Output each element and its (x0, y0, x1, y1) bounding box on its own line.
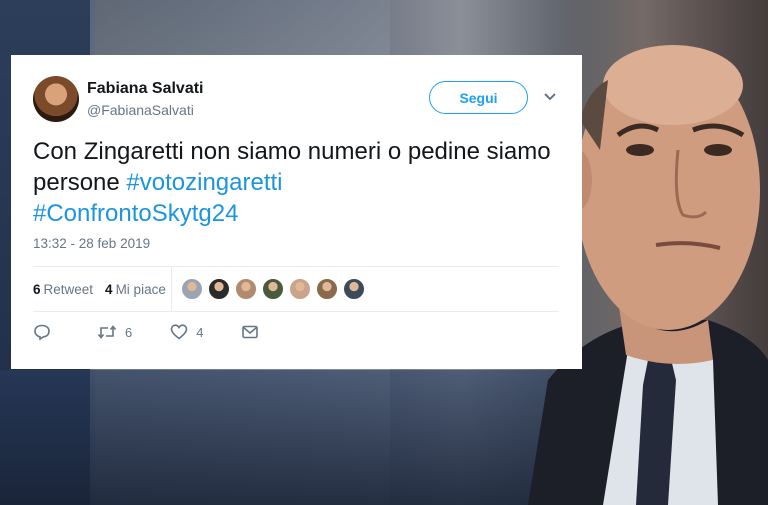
reply-action[interactable] (33, 323, 59, 341)
stats-separator (171, 267, 172, 311)
divider (33, 266, 559, 267)
liker-avatar[interactable] (235, 278, 257, 300)
retweet-action[interactable]: 6 (97, 323, 132, 341)
tweet-actions: 6 4 (33, 323, 305, 341)
heart-icon (170, 324, 188, 340)
like-stat[interactable]: 4 Mi piace (105, 282, 166, 297)
divider (33, 311, 559, 312)
like-action-count: 4 (196, 324, 204, 340)
retweet-stat[interactable]: 6 Retweet (33, 282, 93, 297)
retweet-action-count: 6 (125, 324, 133, 340)
liker-avatar[interactable] (343, 278, 365, 300)
follow-button[interactable]: Segui (429, 81, 528, 114)
tweet-card: Fabiana Salvati @FabianaSalvati Segui Co… (11, 55, 582, 369)
hashtag-link[interactable]: #votozingaretti (126, 169, 282, 196)
liker-avatar[interactable] (262, 278, 284, 300)
liker-avatar[interactable] (181, 278, 203, 300)
liker-avatar[interactable] (289, 278, 311, 300)
chevron-down-icon[interactable] (542, 89, 558, 105)
liker-avatar[interactable] (316, 278, 338, 300)
message-action[interactable] (241, 323, 267, 341)
liker-avatar[interactable] (208, 278, 230, 300)
author-avatar[interactable] (33, 76, 79, 122)
tweet-timestamp[interactable]: 13:32 - 28 feb 2019 (33, 236, 150, 251)
hashtag-link[interactable]: #ConfrontoSkytg24 (33, 200, 238, 227)
retweet-icon (97, 325, 117, 339)
tweet-stats: 6 Retweet 4 Mi piace (33, 269, 178, 309)
tweet-text-plain: Con Zingaretti non siamo numeri o pedine… (33, 138, 551, 196)
reply-icon (34, 324, 50, 341)
tweet-text: Con Zingaretti non siamo numeri o pedine… (33, 136, 563, 229)
author-handle[interactable]: @FabianaSalvati (87, 102, 194, 118)
envelope-icon (242, 325, 259, 339)
liker-avatars (181, 278, 370, 300)
author-name[interactable]: Fabiana Salvati (87, 80, 204, 98)
like-action[interactable]: 4 (170, 323, 203, 341)
